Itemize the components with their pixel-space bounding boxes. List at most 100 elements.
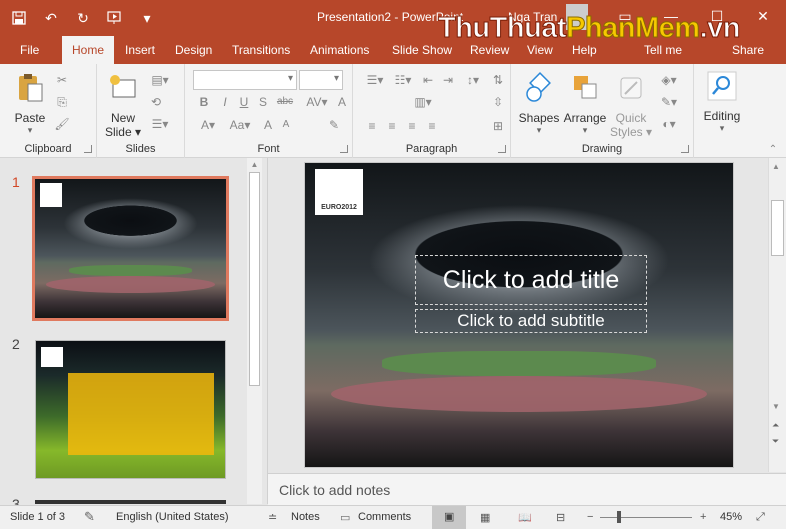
customize-qat-icon[interactable]: ▾ [134, 6, 160, 30]
scroll-down-icon[interactable]: ▼ [772, 402, 780, 411]
reading-view-icon[interactable]: 📖 [518, 511, 532, 524]
numbering-icon[interactable]: ☷▾ [391, 72, 415, 88]
clipboard-group: Paste ▾ ✂ ⎘ 🖌 Clipboard [0, 64, 97, 158]
save-icon[interactable] [6, 6, 32, 30]
increase-font-size-icon[interactable]: A [259, 117, 277, 133]
share-button[interactable]: Share [732, 43, 764, 57]
scroll-up-icon[interactable]: ▲ [772, 162, 780, 171]
cut-icon[interactable]: ✂ [53, 72, 71, 88]
italic-icon[interactable]: I [216, 94, 234, 110]
reset-icon[interactable]: ⟲ [147, 94, 165, 110]
align-center-icon[interactable]: ≡ [383, 118, 401, 134]
current-slide[interactable]: EURO2012 Click to add title Click to add… [304, 162, 734, 468]
title-placeholder[interactable]: Click to add title [415, 255, 647, 305]
section-icon[interactable]: ☰▾ [147, 116, 173, 132]
zoom-out-icon[interactable]: − [587, 511, 593, 523]
notes-pane[interactable]: Click to add notes [268, 473, 786, 505]
arrange-button[interactable]: Arrange ▾ [563, 72, 607, 136]
paste-button[interactable]: Paste ▾ [10, 72, 50, 136]
columns-icon[interactable]: ▥▾ [411, 94, 435, 110]
shapes-button[interactable]: Shapes ▾ [517, 72, 561, 136]
zoom-slider[interactable] [600, 517, 692, 518]
smartart-icon[interactable]: ⊞ [489, 118, 507, 134]
highlight-icon[interactable]: ✎ [325, 117, 343, 133]
spell-check-icon[interactable]: ✎ [84, 509, 95, 525]
tab-transitions[interactable]: Transitions [224, 36, 298, 64]
line-spacing-icon[interactable]: ↕▾ [461, 72, 485, 88]
close-icon[interactable]: ✕ [740, 0, 786, 32]
paragraph-launcher-icon[interactable] [498, 145, 506, 153]
bold-icon[interactable]: B [195, 94, 213, 110]
zoom-in-icon[interactable]: + [700, 511, 706, 523]
font-size-combo[interactable] [299, 70, 343, 90]
font-group: B I U S abc AV▾ A A▾ Aa▾ A A ✎ Font [185, 64, 353, 158]
font-label: Font [257, 143, 280, 155]
scroll-up-icon[interactable]: ▲ [247, 160, 262, 169]
increase-indent-icon[interactable]: ⇥ [439, 72, 457, 88]
tab-file[interactable]: File [12, 36, 47, 64]
quick-styles-button[interactable]: Quick Styles ▾ [609, 72, 653, 139]
tab-insert[interactable]: Insert [117, 36, 163, 64]
slide-thumbnail-3[interactable] [35, 500, 226, 504]
align-right-icon[interactable]: ≡ [403, 118, 421, 134]
site-watermark: ThuThuatPhanMem.vn [437, 12, 740, 45]
subtitle-placeholder[interactable]: Click to add subtitle [415, 309, 647, 333]
clear-formatting-icon[interactable]: A [333, 94, 351, 110]
decrease-font-size-icon[interactable]: A [277, 117, 295, 133]
shape-fill-icon[interactable]: ◈▾ [657, 72, 681, 88]
notes-button[interactable]: Notes [291, 511, 320, 523]
next-slide-icon[interactable]: ⏷ [772, 436, 779, 447]
thumbnails-scrollbar[interactable]: ▲ [247, 158, 262, 504]
font-launcher-icon[interactable] [340, 145, 348, 153]
zoom-slider-thumb[interactable] [617, 511, 621, 523]
quick-styles-icon [620, 77, 642, 99]
slide-thumbnail-2[interactable] [35, 340, 226, 479]
normal-view-button[interactable]: ▣ [432, 506, 466, 529]
decrease-indent-icon[interactable]: ⇤ [419, 72, 437, 88]
character-spacing-icon[interactable]: AV▾ [303, 94, 331, 110]
scrollbar-thumb[interactable] [249, 172, 260, 386]
collapse-ribbon-icon[interactable]: ⌃ [764, 142, 782, 158]
align-text-icon[interactable]: ⇳ [489, 94, 507, 110]
justify-icon[interactable]: ≡ [423, 118, 441, 134]
shape-effects-icon[interactable]: ◐▾ [657, 116, 681, 132]
tab-animations[interactable]: Animations [302, 36, 377, 64]
underline-icon[interactable]: U [235, 94, 253, 110]
slide-sorter-icon[interactable]: ▦ [480, 511, 490, 524]
orange-content-box [68, 373, 214, 455]
slide-scrollbar[interactable]: ▲ ▼ ⏶ ⏷ [768, 158, 786, 472]
shape-outline-icon[interactable]: ✎▾ [657, 94, 681, 110]
format-painter-icon[interactable]: 🖌 [53, 116, 71, 132]
change-case-icon[interactable]: Aa▾ [225, 117, 255, 133]
comments-button[interactable]: Comments [358, 511, 411, 523]
copy-icon[interactable]: ⎘ [53, 94, 71, 110]
redo-icon[interactable]: ↻ [70, 6, 96, 30]
thumbnail-number: 2 [12, 336, 20, 352]
clipboard-launcher-icon[interactable] [84, 145, 92, 153]
scrollbar-thumb[interactable] [771, 200, 784, 256]
previous-slide-icon[interactable]: ⏶ [772, 420, 779, 431]
fit-to-window-icon[interactable]: ⤢ [756, 511, 765, 524]
undo-icon[interactable]: ↶ [38, 6, 64, 30]
zoom-level[interactable]: 45% [720, 511, 742, 523]
slide-thumbnail-1[interactable] [32, 176, 229, 321]
shadow-icon[interactable]: S [254, 94, 272, 110]
tell-me-search[interactable]: Tell me [644, 43, 682, 57]
font-color-icon[interactable]: A▾ [195, 117, 221, 133]
slide-show-icon[interactable]: ⊟ [556, 511, 565, 524]
notes-icon: ≐ [268, 512, 278, 524]
new-slide-button[interactable]: New Slide ▾ [103, 72, 143, 139]
editing-button[interactable]: Editing ▾ [700, 70, 744, 134]
start-from-beginning-icon[interactable] [102, 6, 128, 30]
language-indicator[interactable]: English (United States) [116, 511, 229, 523]
drawing-launcher-icon[interactable] [681, 145, 689, 153]
layout-icon[interactable]: ▤▾ [147, 72, 173, 88]
align-left-icon[interactable]: ≡ [363, 118, 381, 134]
text-direction-icon[interactable]: ⇅ [489, 72, 507, 88]
font-name-combo[interactable] [193, 70, 297, 90]
tab-home[interactable]: Home [62, 36, 115, 64]
strikethrough-icon[interactable]: abc [273, 94, 297, 110]
bullets-icon[interactable]: ☰▾ [363, 72, 387, 88]
tab-design[interactable]: Design [167, 36, 220, 64]
euro2012-logo-thumbnail [41, 347, 63, 367]
